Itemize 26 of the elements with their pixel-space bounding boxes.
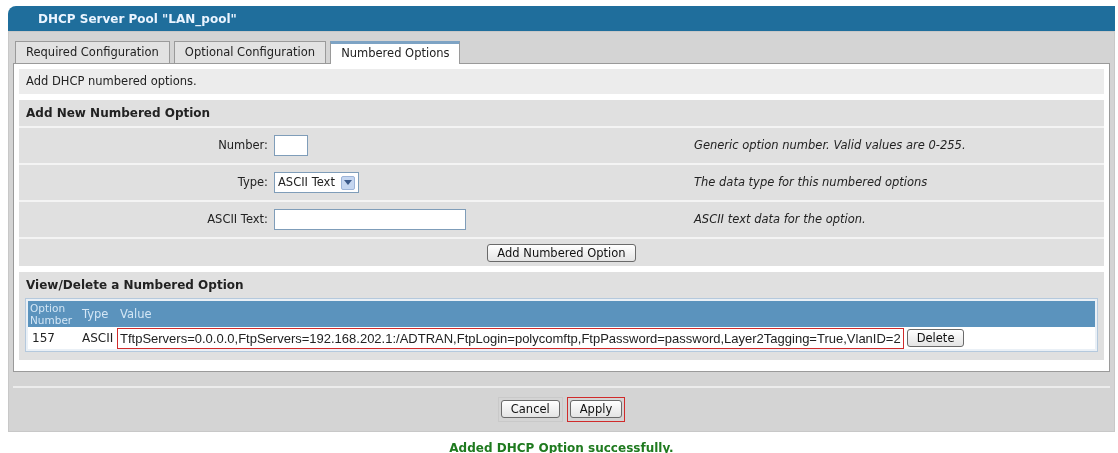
delete-button[interactable]: Delete [906, 329, 965, 348]
input-field[interactable] [274, 135, 308, 157]
input-field[interactable] [274, 209, 466, 231]
add-option-button[interactable]: Add Numbered Option [487, 244, 636, 263]
tab[interactable]: Optional Configuration [173, 41, 327, 63]
field-label: Type: [236, 174, 269, 192]
table-cell-text: ASCII [81, 330, 115, 348]
action-button[interactable]: Apply [569, 400, 623, 419]
help-text: The data type for this numbered options [694, 174, 929, 192]
section-title: Add New Numbered Option [25, 105, 212, 123]
help-text: ASCII text data for the option. [694, 211, 867, 229]
column-header: Option Number [29, 302, 74, 327]
tab[interactable]: Required Configuration [15, 41, 170, 63]
field-label: Number: [217, 137, 269, 155]
intro-text: Add DHCP numbered options. [19, 69, 1104, 95]
field-label: ASCII Text: [206, 211, 269, 229]
section-title: View/Delete a Numbered Option [25, 277, 245, 295]
table-cell: TftpServers=0.0.0.0,FtpServers=192.168.202.1:/ADTRAN,FtpLogin=polycomftp,FtpPassword=password,Layer2Tagging=True,VlanID=2 [118, 328, 903, 348]
column-header: Value [119, 305, 152, 323]
action-button[interactable]: Cancel [500, 400, 560, 419]
type-dropdown[interactable]: ASCII Text [274, 172, 359, 194]
window-title: DHCP Server Pool "LAN_pool" [8, 6, 1115, 31]
help-text: Generic option number. Valid values are 0-255. [694, 137, 967, 155]
tab[interactable]: Numbered Options [330, 41, 461, 64]
column-header: Type [81, 305, 110, 323]
table-cell-text: 157 [31, 330, 56, 348]
